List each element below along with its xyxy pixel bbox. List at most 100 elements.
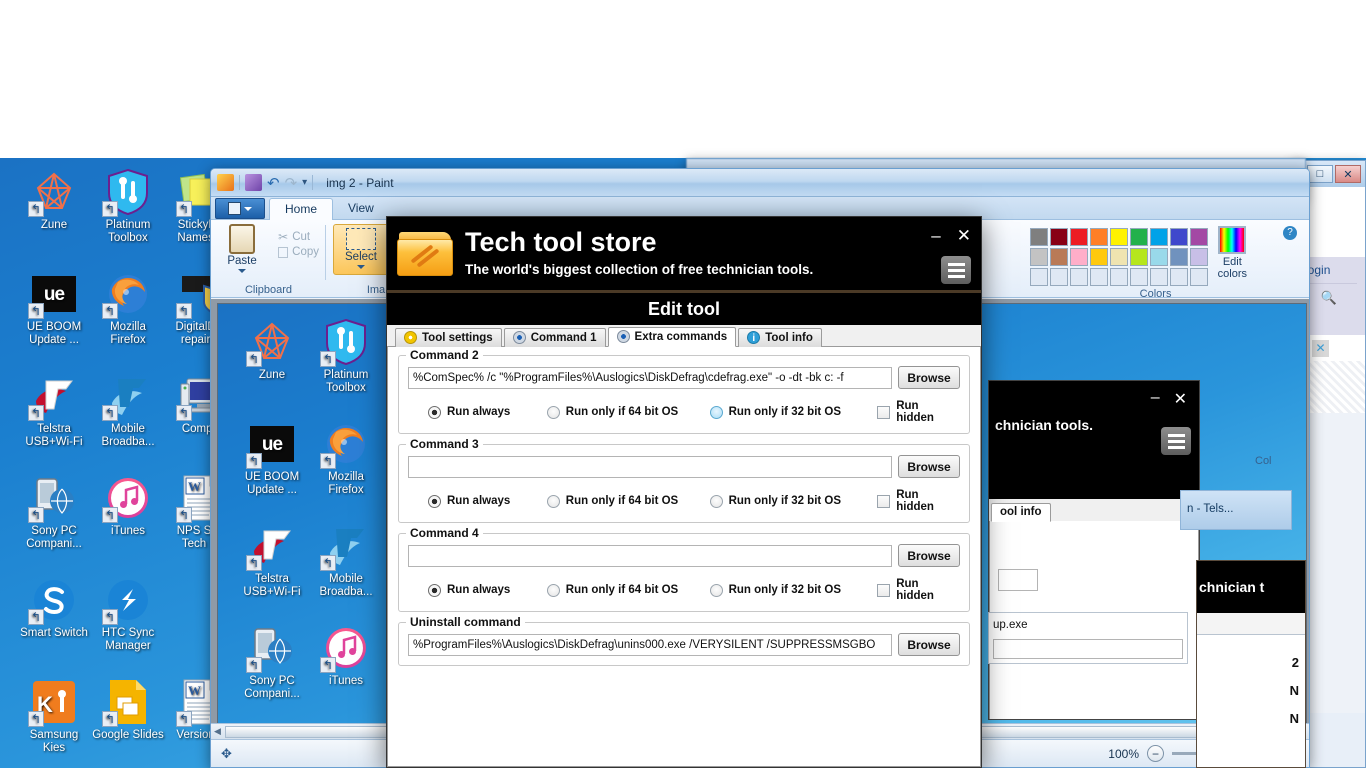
color-swatch[interactable]	[1069, 248, 1088, 266]
desktop-icon-htc-sync-manager[interactable]: HTC SyncManager	[92, 576, 164, 653]
color-swatch[interactable]	[1129, 228, 1148, 246]
color-swatch[interactable]	[1029, 228, 1048, 246]
restore-button[interactable]: □	[1307, 165, 1333, 183]
radio-icon[interactable]	[546, 405, 560, 419]
radio-icon[interactable]	[709, 583, 723, 597]
undo-icon[interactable]: ↶	[267, 174, 280, 192]
color-swatch[interactable]	[1069, 228, 1088, 246]
duplicate-tech-tool-store-window[interactable]: – ✕ chnician tools. ool info	[988, 380, 1200, 720]
run-32bit-radio[interactable]: Run only if 32 bit OS	[709, 494, 878, 508]
duplicate-tab-tool-info[interactable]: ool info	[991, 503, 1051, 522]
close-icon[interactable]: ✕	[1312, 339, 1330, 357]
radio-icon[interactable]	[546, 583, 560, 597]
desktop-icon-mobile-broadband[interactable]: MobileBroadba...	[92, 372, 164, 449]
redo-icon[interactable]: ↷	[285, 174, 298, 192]
copy-button[interactable]: Copy	[278, 246, 319, 258]
browse-button[interactable]: Browse	[898, 455, 960, 478]
save-icon[interactable]	[245, 174, 262, 191]
desktop-icon-mobile-broadband[interactable]: MobileBroadba...	[310, 522, 382, 599]
tts-tab-bar[interactable]: Tool settings Command 1 Extra commands i Too…	[387, 325, 981, 347]
scroll-left-icon[interactable]: ◀	[214, 726, 221, 737]
tab-tool-info[interactable]: i Tool info	[738, 328, 822, 347]
select-button[interactable]: Select	[333, 224, 389, 275]
run-32bit-radio[interactable]: Run only if 32 bit OS	[709, 405, 878, 419]
taskbar-button[interactable]: n - Tels...	[1180, 490, 1292, 530]
color-swatch[interactable]	[1049, 248, 1068, 266]
desktop-icon-telstra-usb-wi-fi[interactable]: TelstraUSB+Wi-Fi	[18, 372, 90, 449]
color-swatch-empty[interactable]	[1029, 268, 1048, 286]
color-swatch-empty[interactable]	[1149, 268, 1168, 286]
run-always-radio[interactable]: Run always	[412, 583, 547, 597]
color-swatch[interactable]	[1109, 228, 1128, 246]
menu-icon[interactable]	[941, 256, 971, 284]
uninstall-command-input[interactable]: %ProgramFiles%\Auslogics\DiskDefrag\unin…	[408, 633, 892, 656]
close-button[interactable]: ✕	[1335, 165, 1361, 183]
command-input[interactable]	[408, 544, 892, 567]
color-swatch-empty[interactable]	[1189, 268, 1208, 286]
run-64bit-radio[interactable]: Run only if 64 bit OS	[546, 583, 710, 597]
color-swatch[interactable]	[1189, 228, 1208, 246]
desktop-icon-platinum-toolbox[interactable]: PlatinumToolbox	[310, 318, 382, 395]
run-32bit-radio[interactable]: Run only if 32 bit OS	[709, 583, 878, 597]
color-swatch[interactable]	[1169, 228, 1188, 246]
desktop-icon-sony-pc-companion[interactable]: Sony PCCompani...	[18, 474, 90, 551]
checkbox-icon[interactable]	[877, 405, 891, 419]
run-hidden-checkbox[interactable]: Run hidden	[877, 578, 956, 602]
run-always-radio[interactable]: Run always	[412, 405, 547, 419]
radio-icon[interactable]	[709, 494, 723, 508]
color-swatch[interactable]	[1169, 248, 1188, 266]
color-swatch[interactable]	[1129, 248, 1148, 266]
close-button[interactable]: ✕	[1174, 389, 1187, 409]
color-swatch-empty[interactable]	[1109, 268, 1128, 286]
color-swatch[interactable]	[1089, 228, 1108, 246]
run-hidden-checkbox[interactable]: Run hidden	[877, 489, 956, 513]
checkbox-icon[interactable]	[877, 583, 891, 597]
color-swatch[interactable]	[1109, 248, 1128, 266]
color-swatch-empty[interactable]	[1169, 268, 1188, 286]
paint-titlebar[interactable]: ↶ ↷ ▾ img 2 - Paint	[211, 169, 1309, 197]
desktop-icon-ue-boom-update[interactable]: ueUE BOOMUpdate ...	[18, 270, 90, 347]
window-controls[interactable]: – ✕	[931, 227, 971, 244]
color-swatch[interactable]	[1029, 248, 1048, 266]
color-swatch[interactable]	[1149, 228, 1168, 246]
radio-icon[interactable]	[546, 494, 560, 508]
browse-button[interactable]: Browse	[898, 366, 960, 389]
desktop-icon-sony-pc-companion[interactable]: Sony PCCompani...	[236, 624, 308, 701]
desktop-icon-mozilla-firefox[interactable]: MozillaFirefox	[310, 420, 382, 497]
checkbox-icon[interactable]	[877, 494, 891, 508]
color-swatches[interactable]	[1029, 228, 1208, 286]
desktop-icon-itunes[interactable]: iTunes	[310, 624, 382, 688]
tech-tool-store-dialog[interactable]: Tech tool store The world's biggest coll…	[386, 216, 982, 768]
tab-command-1[interactable]: Command 1	[503, 328, 606, 347]
color-swatch[interactable]	[1089, 248, 1108, 266]
desktop-icon-itunes[interactable]: iTunes	[92, 474, 164, 538]
run-always-radio[interactable]: Run always	[412, 494, 547, 508]
tab-view[interactable]: View	[333, 198, 389, 219]
command-input[interactable]	[408, 455, 892, 478]
color-swatch[interactable]	[1049, 228, 1068, 246]
paste-button[interactable]: Paste	[218, 224, 266, 273]
help-icon[interactable]: ?	[1283, 226, 1297, 240]
tab-extra-commands[interactable]: Extra commands	[607, 327, 737, 347]
tab-home[interactable]: Home	[269, 198, 334, 220]
radio-icon[interactable]	[709, 405, 723, 419]
browse-button[interactable]: Browse	[898, 633, 960, 656]
command-input[interactable]: %ComSpec% /c "%ProgramFiles%\Auslogics\D…	[408, 366, 892, 389]
edit-colors-button[interactable]: Edit colors	[1218, 226, 1247, 280]
radio-icon[interactable]	[428, 494, 441, 508]
run-64bit-radio[interactable]: Run only if 64 bit OS	[546, 405, 710, 419]
close-button[interactable]: ✕	[957, 227, 971, 244]
tab-tool-settings[interactable]: Tool settings	[395, 328, 502, 347]
desktop-icon-platinum-toolbox[interactable]: PlatinumToolbox	[92, 168, 164, 245]
color-swatch-empty[interactable]	[1089, 268, 1108, 286]
radio-icon[interactable]	[428, 405, 441, 419]
minimize-button[interactable]: –	[931, 227, 940, 244]
color-swatch-empty[interactable]	[1129, 268, 1148, 286]
customize-qat-icon[interactable]: ▾	[302, 177, 307, 188]
desktop-icon-ue-boom-update[interactable]: ueUE BOOMUpdate ...	[236, 420, 308, 497]
desktop-icon-google-slides[interactable]: Google Slides	[92, 678, 164, 742]
menu-icon[interactable]	[1161, 427, 1191, 455]
run-hidden-checkbox[interactable]: Run hidden	[877, 400, 956, 424]
zoom-out-button[interactable]: −	[1147, 745, 1164, 762]
paint-app-icon[interactable]	[217, 174, 234, 191]
